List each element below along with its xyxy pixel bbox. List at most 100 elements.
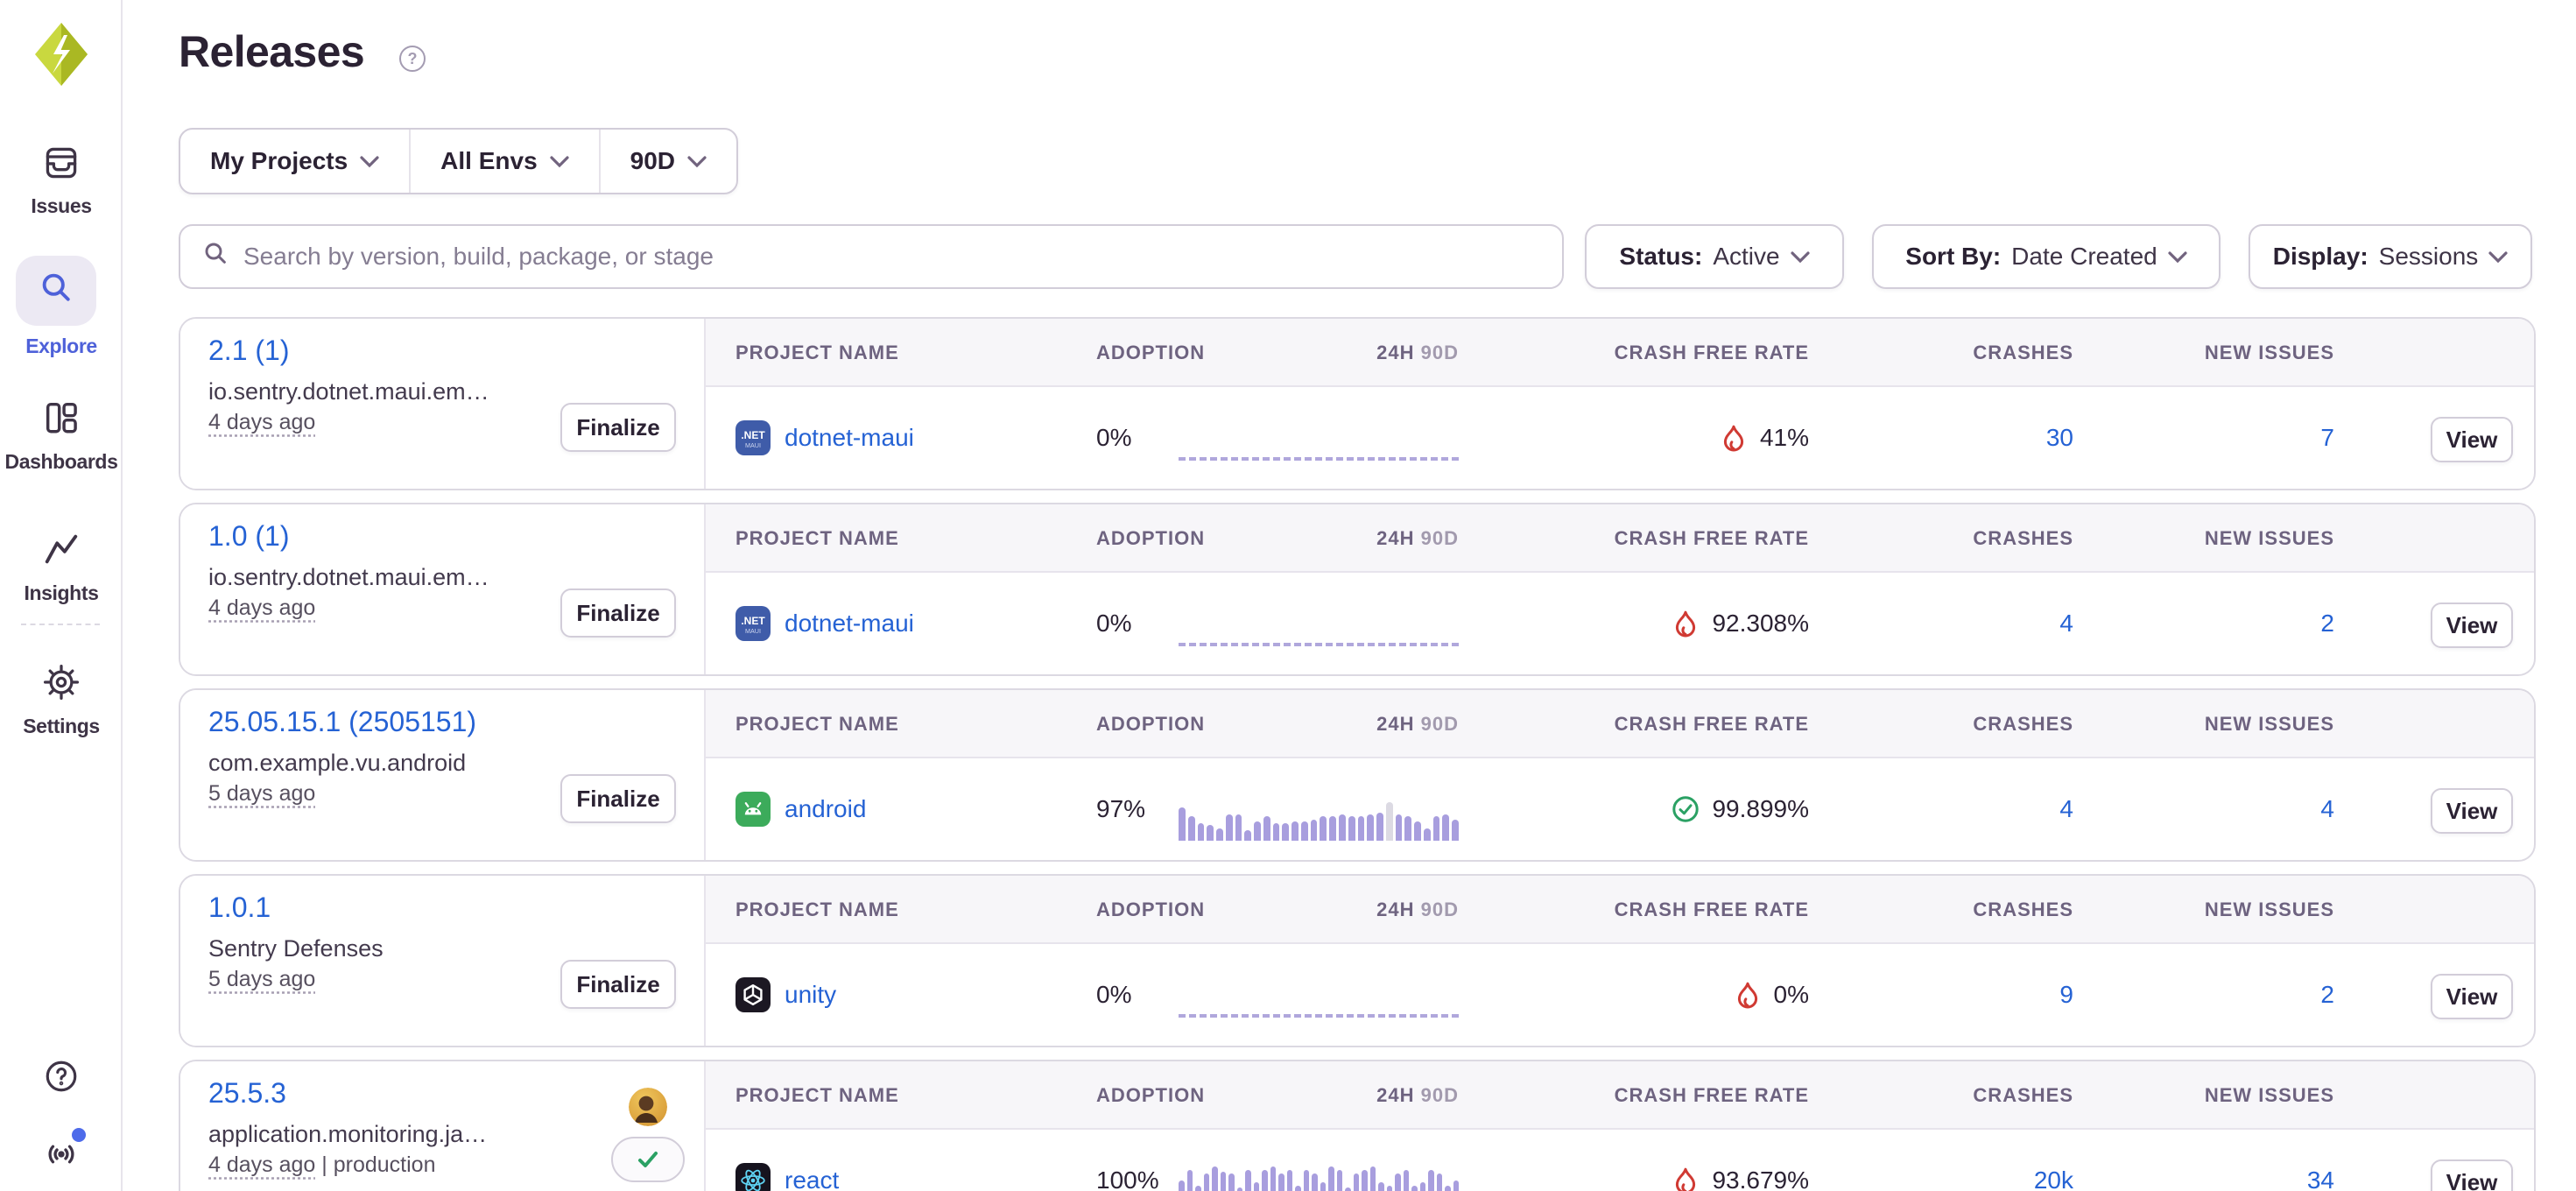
crashes-link[interactable]: 30 [2046,424,2073,452]
finalize-button[interactable]: Finalize [560,960,676,1009]
finalize-button[interactable]: Finalize [560,774,676,823]
sentry-logo-icon[interactable] [35,23,88,86]
release-card: 1.0 (1) io.sentry.dotnet.maui.em… 4 days… [179,503,2536,676]
crashes-link[interactable]: 9 [2059,981,2073,1009]
release-summary: 2.1 (1) io.sentry.dotnet.maui.em… 4 days… [180,319,706,489]
sidebar-item-label: Insights [0,581,123,605]
release-version-link[interactable]: 1.0.1 [208,891,271,924]
flame-icon [1720,424,1748,452]
new-issues-link[interactable]: 2 [2320,610,2334,638]
adoption-sparkline [1179,417,1459,469]
display-dropdown[interactable]: Display: Sessions [2249,224,2532,289]
table-header: PROJECT NAME ADOPTION 24H 90D CRASH FREE… [706,1061,2534,1130]
releases-page: Issues Explore Dashboards [0,0,2576,1191]
sidebar-item-settings[interactable]: Settings [0,662,123,738]
android-icon [735,792,771,827]
release-created[interactable]: 4 days ago [208,1152,315,1177]
finalized-check-badge[interactable] [611,1137,685,1182]
flame-icon [1672,1166,1700,1191]
notification-dot [72,1128,86,1142]
page-filter-bar: My Projects All Envs 90D [179,128,738,194]
view-button[interactable]: View [2431,974,2513,1019]
sidebar-item-explore[interactable] [16,256,96,326]
flame-icon [1672,610,1700,638]
sidebar-item-issues[interactable]: Issues [0,144,123,218]
finalize-button[interactable]: Finalize [560,588,676,638]
project-filter-dropdown[interactable]: My Projects [180,130,411,193]
release-created[interactable]: 4 days ago [208,410,315,434]
project-link[interactable]: dotnet-maui [785,424,914,452]
table-row: .NETMAUI dotnet-maui 0% 92.308% 4 2 View [706,573,2534,674]
release-created[interactable]: 5 days ago [208,967,315,991]
release-version-link[interactable]: 25.05.15.1 (2505151) [208,706,476,738]
crashes-link[interactable]: 4 [2059,610,2073,638]
table-row: react 100% 93.679% 20k 34 View [706,1130,2534,1191]
sidebar: Issues Explore Dashboards [0,0,123,1191]
view-button[interactable]: View [2431,788,2513,834]
daterange-filter-dropdown[interactable]: 90D [601,130,736,193]
release-created[interactable]: 4 days ago [208,596,315,620]
release-summary: 1.0.1 Sentry Defenses 5 days ago Finaliz… [180,876,706,1046]
adoption-value: 0% [1096,944,1131,1046]
table-row: android 97% 99.899% 4 4 View [706,758,2534,860]
release-created[interactable]: 5 days ago [208,781,315,806]
release-version-link[interactable]: 1.0 (1) [208,520,289,553]
crash-free-rate: 0% [1459,944,1809,1046]
view-button[interactable]: View [2431,603,2513,648]
svg-text:.NET: .NET [741,615,765,627]
avatar[interactable] [629,1088,667,1126]
crash-free-rate: 41% [1459,387,1809,489]
sidebar-item-explore-label[interactable]: Explore [0,329,123,358]
sidebar-item-label: Settings [0,715,123,738]
search-input[interactable] [243,243,1541,271]
project-link[interactable]: android [785,795,866,823]
whats-new-button[interactable] [0,1135,123,1180]
sidebar-item-label: Dashboards [0,450,123,474]
search-icon [201,239,229,274]
crash-free-rate: 92.308% [1459,573,1809,674]
chevron-down-icon [2488,251,2508,264]
release-package: com.example.vu.android [208,750,466,777]
chevron-down-icon [1791,251,1810,264]
finalize-button[interactable]: Finalize [560,403,676,452]
react-icon [735,1163,771,1191]
release-summary: 1.0 (1) io.sentry.dotnet.maui.em… 4 days… [180,504,706,674]
table-header: PROJECT NAME ADOPTION 24H 90D CRASH FREE… [706,504,2534,573]
adoption-sparkline [1179,788,1459,841]
crashes-link[interactable]: 20k [2034,1166,2073,1191]
environment-filter-dropdown[interactable]: All Envs [411,130,600,193]
project-link[interactable]: dotnet-maui [785,610,914,638]
new-issues-link[interactable]: 2 [2320,981,2334,1009]
adoption-value: 0% [1096,573,1131,674]
chevron-down-icon [2168,251,2187,264]
sidebar-item-label: Issues [0,194,123,218]
page-help-icon[interactable]: ? [399,46,426,72]
sidebar-item-insights[interactable]: Insights [0,529,123,605]
new-issues-link[interactable]: 34 [2307,1166,2334,1191]
new-issues-link[interactable]: 4 [2320,795,2334,823]
table-row: unity 0% 0% 9 2 View [706,944,2534,1046]
crashes-link[interactable]: 4 [2059,795,2073,823]
release-version-link[interactable]: 2.1 (1) [208,335,289,367]
dotnet-maui-icon: .NETMAUI [735,606,771,641]
release-package: io.sentry.dotnet.maui.em… [208,378,489,405]
release-version-link[interactable]: 25.5.3 [208,1077,286,1110]
status-dropdown[interactable]: Status: Active [1585,224,1844,289]
sidebar-item-dashboards[interactable]: Dashboards [0,398,123,474]
view-button[interactable]: View [2431,417,2513,462]
sort-by-dropdown[interactable]: Sort By: Date Created [1872,224,2221,289]
new-issues-link[interactable]: 7 [2320,424,2334,452]
svg-text:MAUI: MAUI [745,627,761,635]
view-button[interactable]: View [2431,1159,2513,1191]
adoption-sparkline [1179,603,1459,655]
inbox-icon [42,144,81,189]
adoption-value: 0% [1096,387,1131,489]
project-link[interactable]: react [785,1166,839,1191]
crash-free-rate: 99.899% [1459,758,1809,860]
release-package: io.sentry.dotnet.maui.em… [208,564,489,591]
question-circle-icon [43,1069,80,1101]
help-button[interactable] [0,1058,123,1102]
crash-free-rate: 93.679% [1459,1130,1809,1191]
release-environment: | production [321,1152,435,1177]
project-link[interactable]: unity [785,981,836,1009]
